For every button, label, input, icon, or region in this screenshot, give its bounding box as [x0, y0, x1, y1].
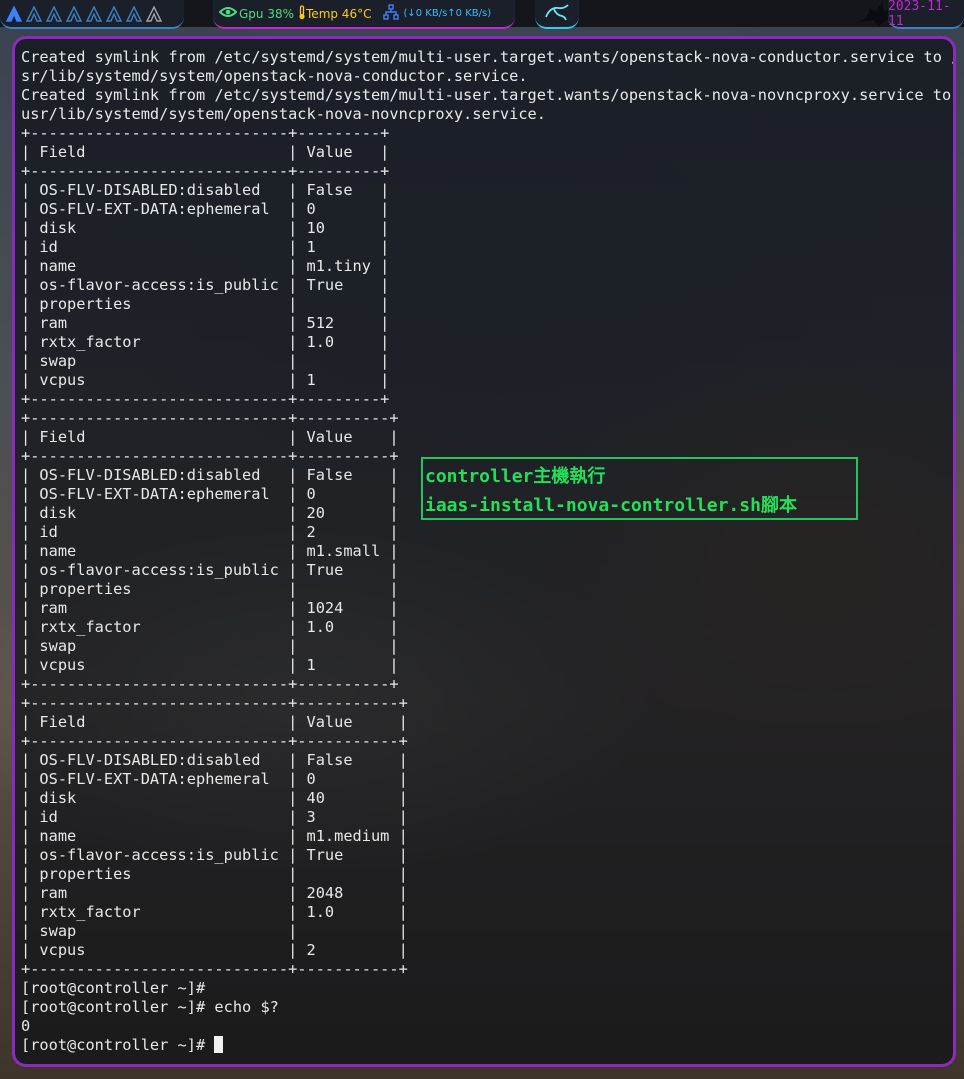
text-cursor	[214, 1036, 224, 1053]
terminal-output: Created symlink from /etc/systemd/system…	[21, 48, 953, 1055]
thermometer-icon	[298, 4, 306, 23]
workspace-4-icon[interactable]	[64, 4, 83, 23]
workspace-2-icon[interactable]	[24, 4, 43, 23]
network-icon	[383, 4, 400, 23]
shell-prompt: [root@controller ~]#	[21, 1036, 215, 1054]
workspace-8-icon[interactable]	[144, 4, 163, 23]
workspace-1-icon[interactable]	[4, 4, 23, 23]
workspace-3-icon[interactable]	[44, 4, 63, 23]
kali-launcher[interactable]	[535, 0, 579, 29]
nvidia-icon	[218, 6, 238, 21]
workspace-5-icon[interactable]	[84, 4, 103, 23]
workspace-6-icon[interactable]	[104, 4, 123, 23]
top-bar: Gpu 38% Temp 46°C (↓0 KB/s↑0 KB/s) 2023-…	[0, 0, 964, 29]
annotation-box: controller主機執行 iaas-install-nova-control…	[421, 457, 858, 520]
network-speed: (↓0 KB/s↑0 KB/s)	[403, 8, 492, 19]
terminal-window[interactable]: Created symlink from /etc/systemd/system…	[12, 36, 956, 1067]
annotation-line-1: controller主機執行	[425, 466, 606, 487]
gpu-usage: Gpu 38%	[239, 6, 295, 21]
date-display: 2023-11-11	[888, 0, 964, 29]
workspace-7-icon[interactable]	[124, 4, 143, 23]
system-monitor: Gpu 38% Temp 46°C (↓0 KB/s↑0 KB/s)	[213, 0, 515, 29]
kali-dragon-icon	[544, 3, 570, 25]
workspace-switcher	[0, 0, 184, 29]
annotation-line-2: iaas-install-nova-controller.sh腳本	[425, 495, 797, 516]
temperature: Temp 46°C	[306, 6, 372, 21]
terminal-scrollback: Created symlink from /etc/systemd/system…	[21, 48, 953, 1035]
